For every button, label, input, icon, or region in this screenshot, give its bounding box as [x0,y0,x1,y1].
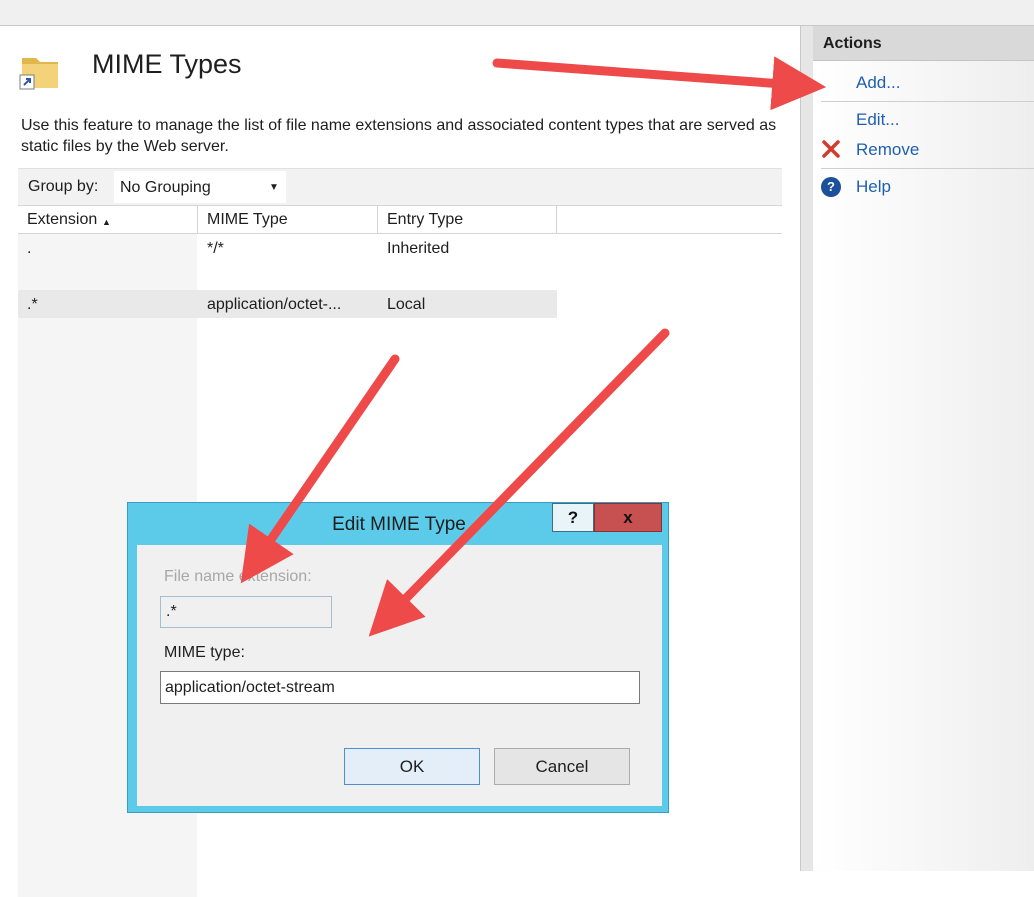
pane-splitter[interactable] [800,26,814,871]
cell-mime-type: */* [207,240,224,257]
actions-divider [821,168,1034,169]
page-description: Use this feature to manage the list of f… [21,117,777,155]
help-icon: ? [821,177,841,197]
ok-button[interactable]: OK [344,748,480,785]
dialog-body: File name extension: MIME type: OK Cance… [137,545,662,806]
folder-shortcut-icon [19,58,58,90]
dialog-help-button[interactable]: ? [552,503,594,532]
mime-type-label: MIME type: [164,644,245,661]
actions-header: Actions [813,26,1034,61]
grid-header: Extension ▲ MIME Type Entry Type [18,206,782,234]
table-row[interactable]: . */* Inherited [18,234,557,262]
edit-action-link[interactable]: Edit... [856,110,899,130]
file-name-extension-input [160,596,332,628]
remove-action-link[interactable]: Remove [856,140,919,160]
dialog-close-button[interactable]: x [594,503,662,532]
table-row[interactable]: .* application/octet-... Local [18,290,557,318]
cancel-button[interactable]: Cancel [494,748,630,785]
file-name-extension-label: File name extension: [164,568,312,585]
cell-mime-type: application/octet-... [207,296,342,313]
sort-ascending-icon: ▲ [102,217,111,227]
remove-x-icon [822,140,840,158]
add-action-link[interactable]: Add... [856,73,900,93]
group-by-select[interactable]: No Grouping ▼ [114,171,286,203]
edit-mime-type-dialog: Edit MIME Type ? x File name extension: … [127,502,669,813]
window-top-bar [0,0,1034,26]
cell-entry-type: Local [387,296,426,313]
column-header-extension[interactable]: Extension ▲ [18,206,198,233]
page-title: MIME Types [92,49,242,79]
actions-pane: Actions Add... Edit... Remove ? Help [813,26,1034,871]
cell-extension: .* [27,296,38,313]
column-header-mime-type[interactable]: MIME Type [198,206,378,233]
actions-title: Actions [823,35,882,52]
cell-entry-type: Inherited [387,240,450,257]
group-by-toolbar: Group by: No Grouping ▼ [18,168,782,206]
mime-type-input[interactable] [160,671,640,704]
column-header-entry-type[interactable]: Entry Type [378,206,557,233]
dropdown-arrow-icon: ▼ [269,182,279,193]
actions-divider [821,101,1034,102]
group-by-value: No Grouping [120,179,211,196]
help-action-link[interactable]: Help [856,177,891,197]
group-by-label: Group by: [28,178,99,195]
cell-extension: . [27,240,32,257]
